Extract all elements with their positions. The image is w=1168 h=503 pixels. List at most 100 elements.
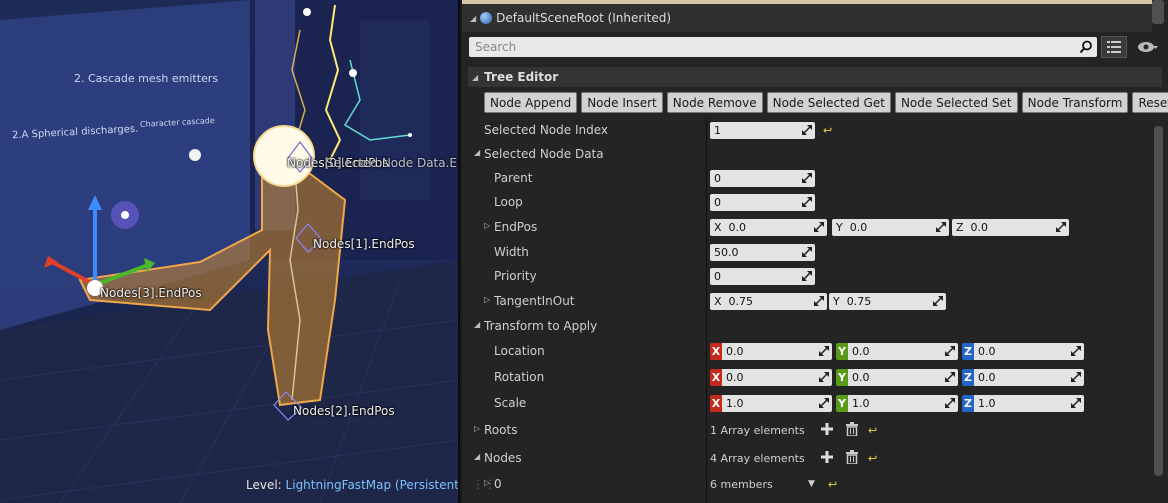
- property-matrix-button[interactable]: [1101, 36, 1127, 58]
- endpos-z-field[interactable]: Z 0.0: [952, 219, 1069, 236]
- nodes-label: Nodes: [484, 451, 522, 465]
- spin-arrows-icon: [945, 398, 955, 408]
- category-title: Tree Editor: [484, 70, 559, 84]
- axis-x-badge: X: [710, 395, 722, 412]
- reset-to-default-icon[interactable]: ↩: [868, 424, 877, 437]
- width-field[interactable]: 50.0: [710, 244, 815, 261]
- loop-label: Loop: [494, 195, 523, 209]
- tangent-y-value: 0.75: [846, 295, 872, 308]
- reset-to-default-icon[interactable]: ↩: [868, 452, 877, 465]
- expand-triangle-icon: ◢: [474, 452, 481, 461]
- axis-y-letter: Y: [836, 221, 843, 234]
- rotation-y-field[interactable]: 0.0: [848, 369, 958, 386]
- component-scrollbar[interactable]: [1152, 0, 1164, 24]
- location-x-field[interactable]: 0.0: [722, 343, 832, 360]
- spin-arrows-icon: [802, 247, 812, 257]
- axis-y-badge: Y: [836, 395, 848, 412]
- axis-z-badge: Z: [962, 343, 974, 360]
- nodes-count: 4 Array elements: [710, 452, 805, 465]
- width-label: Width: [494, 245, 529, 259]
- parent-value: 0: [714, 172, 721, 185]
- row-transform-to-apply[interactable]: ◢ Transform to Apply: [468, 315, 1152, 339]
- trash-icon[interactable]: [846, 422, 858, 436]
- search-box: [469, 37, 1097, 57]
- axis-x-badge: X: [710, 343, 722, 360]
- spin-arrows-icon: [802, 197, 812, 207]
- spin-arrows-icon: [1071, 346, 1081, 356]
- row-priority: Priority 0: [468, 265, 1152, 289]
- reset-button[interactable]: Reset: [1132, 92, 1168, 113]
- endpos-x-field[interactable]: X 0.0: [710, 219, 827, 236]
- node-selected-set-button[interactable]: Node Selected Set: [894, 92, 1018, 113]
- priority-value: 0: [714, 270, 721, 283]
- scale-x-field[interactable]: 1.0: [722, 395, 832, 412]
- search-input[interactable]: [475, 40, 1065, 54]
- details-scrollbar[interactable]: [1154, 126, 1163, 476]
- location-z-value: 0.0: [978, 345, 996, 358]
- rotation-z-field[interactable]: 0.0: [974, 369, 1084, 386]
- node-append-button[interactable]: Node Append: [484, 92, 578, 113]
- add-element-icon[interactable]: [820, 422, 834, 436]
- endpos-label: EndPos: [494, 220, 538, 234]
- search-icon[interactable]: [1079, 40, 1093, 54]
- view-options-button[interactable]: [1131, 36, 1165, 58]
- spin-arrows-icon: [936, 222, 946, 232]
- scale-label: Scale: [494, 396, 527, 410]
- row-endpos[interactable]: ▷ EndPos X 0.0 Y 0.0 Z 0.0: [468, 216, 1152, 240]
- axis-y-letter: Y: [833, 295, 840, 308]
- endpos-y-value: 0.0: [849, 221, 868, 234]
- tangent-x-value: 0.75: [728, 295, 754, 308]
- location-y-field[interactable]: 0.0: [848, 343, 958, 360]
- rotation-x-field[interactable]: 0.0: [722, 369, 832, 386]
- roots-count: 1 Array elements: [710, 424, 805, 437]
- endpos-y-field[interactable]: Y 0.0: [832, 219, 949, 236]
- add-element-icon[interactable]: [820, 450, 834, 464]
- row-rotation: Rotation X 0.0 Y 0.0 Z 0.0: [468, 366, 1152, 390]
- spin-arrows-icon: [945, 346, 955, 356]
- row-nodes[interactable]: ◢ Nodes 4 Array elements ↩: [468, 447, 1152, 471]
- spin-arrows-icon: [819, 398, 829, 408]
- node-transform-button[interactable]: Node Transform: [1021, 92, 1129, 113]
- rotation-x-value: 0.0: [726, 371, 744, 384]
- axis-x-letter: X: [714, 221, 722, 234]
- node-insert-button[interactable]: Node Insert: [581, 92, 663, 113]
- tangent-y-field[interactable]: Y 0.75: [829, 293, 946, 310]
- spin-arrows-icon: [1071, 398, 1081, 408]
- tangent-label: TangentInOut: [494, 294, 575, 308]
- priority-field[interactable]: 0: [710, 268, 815, 285]
- node-0-label: 0: [494, 477, 502, 491]
- expand-triangle-icon: ◢: [472, 72, 479, 82]
- parent-field[interactable]: 0: [710, 170, 815, 187]
- selected-node-index-field[interactable]: 1: [710, 122, 815, 139]
- rotation-y-value: 0.0: [852, 371, 870, 384]
- location-y-value: 0.0: [852, 345, 870, 358]
- tree-editor-category[interactable]: ◢ Tree Editor: [468, 67, 1162, 87]
- node-remove-button[interactable]: Node Remove: [666, 92, 763, 113]
- row-selected-node-data[interactable]: ◢ Selected Node Data: [468, 143, 1152, 167]
- level-viewport[interactable]: 2. Cascade mesh emitters 2.A Spherical d…: [0, 0, 460, 503]
- row-node-0[interactable]: ⋮⋮ ▷ 0 6 members ▼ ↩: [468, 473, 1152, 497]
- row-scale: Scale X 1.0 Y 1.0 Z 1.0: [468, 392, 1152, 416]
- node-label-3: Nodes[3].EndPos: [100, 286, 202, 300]
- spin-arrows-icon: [1071, 372, 1081, 382]
- reset-to-default-icon[interactable]: ↩: [823, 124, 832, 137]
- row-roots[interactable]: ▷ Roots 1 Array elements ↩: [468, 419, 1152, 443]
- tree-editor-buttons: Node Append Node Insert Node Remove Node…: [484, 92, 1168, 113]
- spin-arrows-icon: [802, 173, 812, 183]
- scale-z-value: 1.0: [978, 397, 996, 410]
- scale-y-field[interactable]: 1.0: [848, 395, 958, 412]
- chevron-down-icon[interactable]: ▼: [808, 479, 815, 489]
- row-selected-node-index: Selected Node Index 1 ↩: [468, 119, 1152, 143]
- reset-to-default-icon[interactable]: ↩: [828, 478, 837, 491]
- tangent-x-field[interactable]: X 0.75: [710, 293, 827, 310]
- location-z-field[interactable]: 0.0: [974, 343, 1084, 360]
- spin-arrows-icon: [814, 222, 824, 232]
- node-selected-get-button[interactable]: Node Selected Get: [766, 92, 891, 113]
- scale-z-field[interactable]: 1.0: [974, 395, 1084, 412]
- grid-list-icon: [1107, 41, 1121, 53]
- node-0-members: 6 members: [710, 478, 773, 491]
- default-scene-root-item[interactable]: ◢ DefaultSceneRoot (Inherited): [462, 4, 1152, 32]
- trash-icon[interactable]: [846, 450, 858, 464]
- loop-field[interactable]: 0: [710, 194, 815, 211]
- row-tangent-in-out[interactable]: ▷ TangentInOut X 0.75 Y 0.75: [468, 290, 1152, 314]
